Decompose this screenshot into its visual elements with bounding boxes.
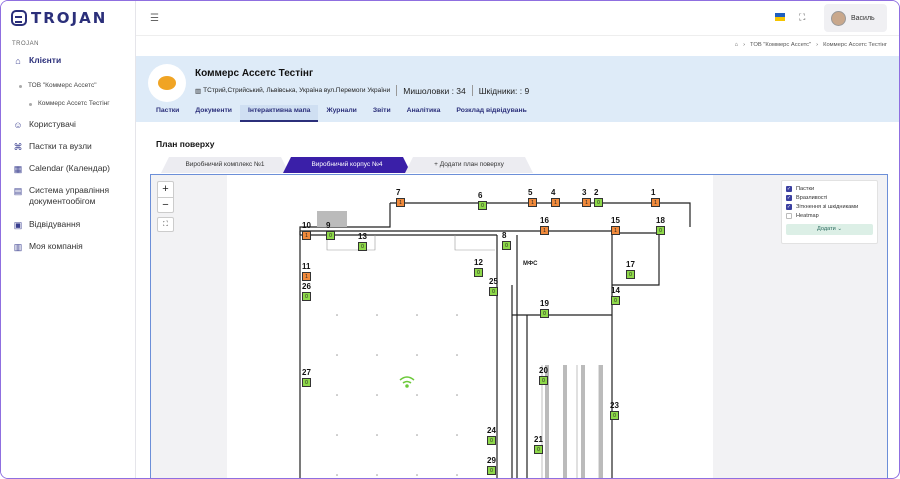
avatar bbox=[831, 10, 846, 26]
chevron-down-icon: ⌄ bbox=[837, 226, 843, 232]
floor-plan-panel: План поверху Виробничий комплекс №1 Виро… bbox=[144, 129, 894, 478]
user-name: Василь bbox=[851, 14, 875, 22]
company-icon: ▥ bbox=[13, 242, 23, 252]
divider bbox=[471, 85, 473, 96]
checkbox-unchecked-icon[interactable] bbox=[786, 212, 792, 219]
sidebar-item-label: Calendar (Календар) bbox=[29, 163, 110, 173]
checkbox-checked-icon[interactable]: ✓ bbox=[786, 203, 792, 210]
sidebar-item-calendar[interactable]: ▦ Calendar (Календар) bbox=[1, 163, 136, 185]
sidebar-item-label: Відвідування bbox=[29, 219, 81, 229]
user-menu[interactable]: Василь bbox=[824, 4, 887, 32]
sidebar-item-documents[interactable]: ▤ Система управління документообігом bbox=[1, 185, 136, 219]
sidebar-item-visits[interactable]: ▣ Відвідування bbox=[1, 219, 136, 241]
tab-traps[interactable]: Пастки bbox=[148, 105, 187, 122]
zoom-control: + − bbox=[157, 181, 174, 213]
add-layer-button[interactable]: Додати ⌄ bbox=[786, 224, 873, 235]
divider bbox=[396, 85, 398, 96]
sidebar-item-label: Система управління документообігом bbox=[29, 185, 110, 206]
sidebar-subitem-label: Коммерс Ассетс Тестінг bbox=[38, 100, 110, 107]
sidebar-item-company[interactable]: ▥ Моя компанія bbox=[1, 241, 136, 263]
client-meta: ▥ ТСтрий,Стрийський, Львівська, Україна … bbox=[195, 85, 529, 96]
sidebar-item-clients[interactable]: ⌂ Клієнти bbox=[1, 55, 136, 77]
visits-icon: ▣ bbox=[13, 220, 23, 230]
breadcrumb-company[interactable]: ТОВ "Коммерс Ассетс" bbox=[750, 42, 811, 48]
layer-toggle-vulnerabilities[interactable]: ✓ Вразливості bbox=[786, 193, 873, 202]
top-header: ☰ ⛶ Василь bbox=[136, 1, 899, 36]
tab-visit-schedule[interactable]: Розклад відвідувань bbox=[448, 105, 534, 122]
sidebar-item-label: Користувачі bbox=[29, 119, 76, 129]
sidebar-item-traps[interactable]: ⌘ Пастки та вузли bbox=[1, 141, 136, 163]
floor-plan-drawing: МФС bbox=[299, 202, 691, 478]
user-icon: ☺ bbox=[13, 120, 23, 130]
client-address: ТСтрий,Стрийський, Львівська, Україна ву… bbox=[203, 87, 391, 94]
sidebar-item-users[interactable]: ☺ Користувачі bbox=[1, 119, 136, 141]
tab-journals[interactable]: Журнали bbox=[318, 105, 364, 122]
tab-documents[interactable]: Документи bbox=[187, 105, 240, 122]
client-name: Коммерс Ассетс Тестінг bbox=[195, 68, 314, 79]
breadcrumb: ⌂ › ТОВ "Коммерс Ассетс" › Коммерс Ассет… bbox=[735, 42, 887, 48]
calendar-icon: ▦ bbox=[13, 164, 23, 174]
sidebar-item-label: Клієнти bbox=[29, 55, 62, 65]
add-floor-plan-button[interactable]: + Додати план поверху bbox=[405, 157, 533, 173]
trojan-logo-icon bbox=[11, 10, 27, 26]
logo[interactable]: TROJAN bbox=[11, 9, 107, 27]
layer-label: Heatmap bbox=[796, 212, 819, 219]
tab-interactive-map[interactable]: Інтерактивна мапа bbox=[239, 105, 319, 122]
building-icon: ▥ bbox=[195, 87, 202, 95]
document-icon: ▤ bbox=[13, 186, 23, 196]
layer-label: Пастки bbox=[796, 185, 815, 192]
pest-traps-count: Шкідники: : 9 bbox=[478, 85, 530, 96]
fullscreen-icon[interactable]: ⛶ bbox=[799, 12, 805, 23]
plan-room-label: МФС bbox=[523, 261, 538, 267]
sidebar-item-label: Пастки та вузли bbox=[29, 141, 92, 151]
app-window: TROJAN TROJAN ⌂ Клієнти ТОВ "Коммерс Асс… bbox=[0, 0, 900, 479]
language-flag-icon[interactable] bbox=[775, 13, 785, 21]
sidebar-section-label: TROJAN bbox=[12, 41, 39, 47]
logo-text: TROJAN bbox=[31, 9, 108, 27]
wifi-icon bbox=[399, 376, 415, 388]
tab-analytics[interactable]: Аналітика bbox=[399, 105, 449, 122]
layer-label: Зіткнення зі шкідниками bbox=[796, 203, 859, 210]
sidebar-subitem-label: ТОВ "Коммерс Ассетс" bbox=[28, 82, 97, 89]
clients-icon: ⌂ bbox=[15, 56, 21, 66]
add-button-label: Додати bbox=[816, 226, 836, 232]
menu-toggle-icon[interactable]: ☰ bbox=[150, 13, 160, 24]
tab-floor-complex-1[interactable]: Виробничий комплекс №1 bbox=[161, 157, 289, 173]
layer-toggle-heatmap[interactable]: Heatmap bbox=[786, 211, 873, 220]
mice-traps-count: Мишоловки : 34 bbox=[403, 85, 466, 96]
floor-plan-image: МФС bbox=[227, 175, 713, 478]
zoom-out-button[interactable]: − bbox=[158, 197, 173, 212]
tab-floor-building-4[interactable]: Виробничий корпус №4 bbox=[283, 157, 411, 173]
sidebar: TROJAN TROJAN ⌂ Клієнти ТОВ "Коммерс Асс… bbox=[1, 1, 136, 478]
breadcrumb-separator: › bbox=[743, 42, 746, 48]
sidebar-item-label: Моя компанія bbox=[29, 241, 83, 251]
interactive-map[interactable]: МФС + − ⛶ 71 60 51 41 31 20 11 10 1 90 13… bbox=[150, 174, 888, 478]
bullet-icon bbox=[29, 102, 32, 106]
layer-label: Вразливості bbox=[796, 194, 828, 201]
map-fullscreen-icon[interactable]: ⛶ bbox=[157, 217, 174, 232]
checkbox-checked-icon[interactable]: ✓ bbox=[786, 194, 792, 201]
breadcrumb-current: Коммерс Ассетс Тестінг bbox=[823, 42, 887, 48]
trap-icon: ⌘ bbox=[13, 142, 23, 152]
zoom-in-button[interactable]: + bbox=[158, 182, 173, 197]
tab-reports[interactable]: Звіти bbox=[365, 105, 399, 122]
panel-title: План поверху bbox=[156, 139, 215, 149]
layer-toggle-pest-encounters[interactable]: ✓ Зіткнення зі шкідниками bbox=[786, 202, 873, 211]
layer-toggle-traps[interactable]: ✓ Пастки bbox=[786, 184, 873, 193]
floor-tabs: Виробничий комплекс №1 Виробничий корпус… bbox=[161, 157, 527, 173]
sidebar-subitem-subject[interactable]: Коммерс Ассетс Тестінг bbox=[1, 95, 136, 113]
checkbox-checked-icon[interactable]: ✓ bbox=[786, 185, 792, 192]
map-layers-legend: ✓ Пастки ✓ Вразливості ✓ Зіткнення зі шкідн… bbox=[781, 180, 878, 244]
client-logo bbox=[148, 64, 186, 102]
client-tabs: Пастки Документи Інтерактивна мапа Журна… bbox=[148, 105, 535, 122]
breadcrumb-separator: › bbox=[816, 42, 819, 48]
home-icon[interactable]: ⌂ bbox=[735, 42, 739, 48]
sidebar-nav: ⌂ Клієнти ТОВ "Коммерс Ассетс" Коммерс А… bbox=[1, 55, 136, 263]
client-header: Коммерс Ассетс Тестінг ▥ ТСтрий,Стрийськ… bbox=[136, 56, 899, 122]
bullet-icon bbox=[19, 84, 22, 88]
sidebar-subitem-company[interactable]: ТОВ "Коммерс Ассетс" bbox=[1, 77, 136, 95]
